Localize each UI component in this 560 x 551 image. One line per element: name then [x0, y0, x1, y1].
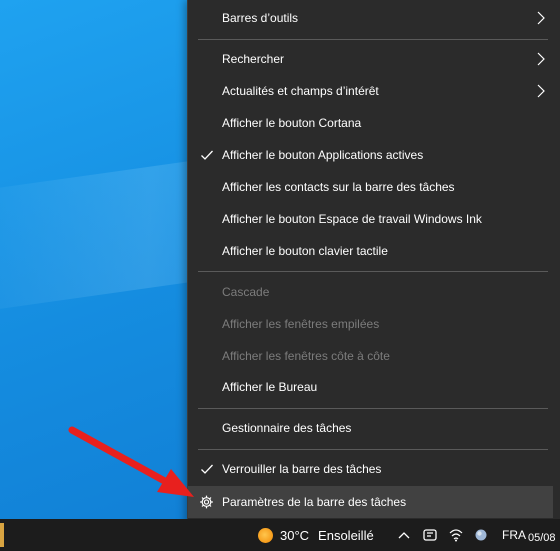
menu-item-search[interactable]: Rechercher	[188, 43, 553, 75]
language-indicator[interactable]: FRA	[502, 528, 526, 542]
menu-separator	[198, 449, 548, 450]
menu-item-task-view-button[interactable]: Afficher le bouton Applications actives	[188, 139, 553, 171]
menu-item-task-manager[interactable]: Gestionnaire des tâches	[188, 412, 553, 444]
menu-item-news-interests[interactable]: Actualités et champs d’intérêt	[188, 75, 553, 107]
menu-separator	[198, 271, 548, 272]
menu-item-taskbar-settings[interactable]: Paramètres de la barre des tâches	[188, 486, 553, 518]
weather-widget[interactable]: 30°C Ensoleillé	[258, 524, 374, 546]
weather-condition: Ensoleillé	[318, 527, 374, 543]
menu-item-people-taskbar[interactable]: Afficher les contacts sur la barre des t…	[188, 171, 553, 203]
menu-item-side-by-side-windows[interactable]: Afficher les fenêtres côte à côte	[188, 340, 553, 372]
menu-item-label: Cascade	[222, 285, 270, 299]
wifi-icon[interactable]	[448, 528, 464, 542]
app-tray-icon[interactable]	[422, 528, 438, 542]
chevron-right-icon	[537, 84, 545, 98]
taskbar-context-menu: Barres d’outils Rechercher Actualités et…	[187, 0, 560, 527]
menu-item-label: Afficher les contacts sur la barre des t…	[222, 180, 455, 194]
chevron-right-icon	[537, 11, 545, 25]
menu-item-label: Afficher les fenêtres côte à côte	[222, 349, 390, 363]
menu-item-label: Rechercher	[222, 52, 285, 66]
menu-separator	[198, 39, 548, 40]
chevron-up-icon[interactable]	[398, 530, 412, 540]
menu-separator	[198, 408, 548, 409]
menu-item-cascade[interactable]: Cascade	[188, 276, 553, 308]
gear-icon	[200, 495, 213, 509]
menu-item-toolbars[interactable]: Barres d’outils	[188, 2, 553, 34]
clock-date[interactable]: 05/08	[528, 532, 556, 544]
taskbar[interactable]: 30°C Ensoleillé FRA 05/08	[0, 519, 560, 551]
chevron-right-icon	[537, 52, 545, 66]
menu-item-lock-taskbar[interactable]: Verrouiller la barre des tâches	[188, 453, 553, 485]
menu-item-windows-ink-button[interactable]: Afficher le bouton Espace de travail Win…	[188, 203, 553, 235]
menu-item-label: Actualités et champs d’intérêt	[222, 84, 379, 98]
menu-item-label: Barres d’outils	[222, 11, 299, 25]
checkmark-icon	[201, 150, 213, 160]
menu-item-touch-keyboard-button[interactable]: Afficher le bouton clavier tactile	[188, 235, 553, 267]
menu-item-label: Afficher le bouton Cortana	[222, 116, 362, 130]
menu-item-label: Afficher les fenêtres empilées	[222, 317, 380, 331]
menu-item-label: Afficher le bouton Espace de travail Win…	[222, 212, 482, 226]
menu-item-cortana-button[interactable]: Afficher le bouton Cortana	[188, 107, 553, 139]
menu-item-stacked-windows[interactable]: Afficher les fenêtres empilées	[188, 308, 553, 340]
menu-item-label: Afficher le bouton clavier tactile	[222, 244, 388, 258]
menu-item-label: Afficher le Bureau	[222, 380, 318, 394]
system-tray: FRA	[398, 523, 526, 547]
taskbar-app-button[interactable]	[0, 523, 4, 547]
menu-item-label: Verrouiller la barre des tâches	[222, 462, 382, 476]
menu-item-label: Afficher le bouton Applications actives	[222, 148, 424, 162]
menu-item-label: Gestionnaire des tâches	[222, 421, 352, 435]
sun-icon	[258, 527, 273, 543]
globe-icon[interactable]	[474, 528, 488, 542]
weather-temperature: 30°C	[280, 527, 310, 543]
checkmark-icon	[201, 464, 213, 474]
menu-item-show-desktop[interactable]: Afficher le Bureau	[188, 371, 553, 403]
menu-item-label: Paramètres de la barre des tâches	[222, 495, 407, 509]
